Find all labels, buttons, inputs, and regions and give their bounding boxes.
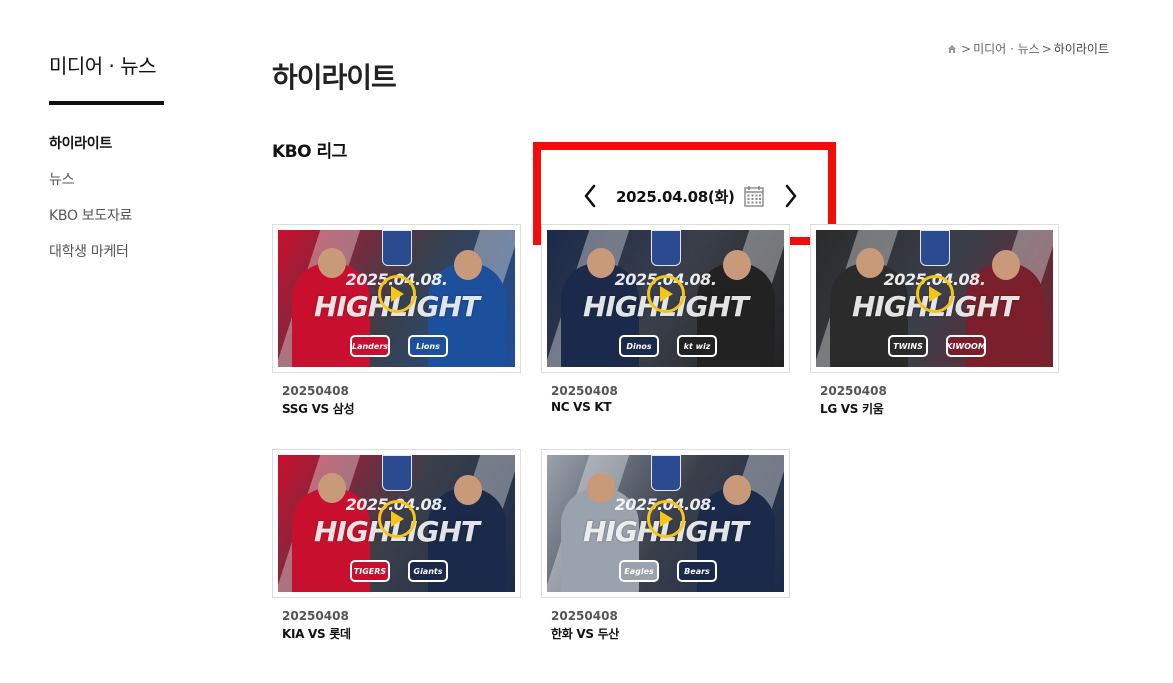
section-title: KBO 리그 [272,142,347,162]
video-card-hanwha-doosan[interactable]: 2025.04.08. HIGHLIGHT Eagles Bears 20250… [541,449,790,642]
video-card-kia-lotte[interactable]: 2025.04.08. HIGHLIGHT TIGERS Giants 2025… [272,449,521,642]
play-icon[interactable] [647,275,685,313]
sol-bank-badge-icon [651,230,681,266]
play-icon[interactable] [378,275,416,313]
play-icon[interactable] [378,500,416,538]
sidebar-divider [49,101,164,105]
sidebar-title: 미디어 · 뉴스 [49,54,157,78]
chevron-right-icon[interactable] [781,182,801,210]
sol-bank-badge-icon [920,230,950,266]
team-logo-home: Landers [350,335,390,357]
breadcrumb-current: 하이라이트 [1053,42,1109,56]
play-icon[interactable] [647,500,685,538]
video-card-nc-kt[interactable]: 2025.04.08. HIGHLIGHT Dinos kt wiz 20250… [541,224,790,414]
date-navigator: 2025.04.08(화) [580,182,805,210]
video-thumbnail[interactable]: 2025.04.08. HIGHLIGHT Landers Lions [278,230,515,367]
sidebar-nav: 하이라이트 뉴스 KBO 보도자료 대학생 마케터 [49,134,132,278]
video-title[interactable]: SSG VS 삼성 [282,400,521,417]
video-thumbnail[interactable]: 2025.04.08. HIGHLIGHT TIGERS Giants [278,455,515,592]
team-logo-away: kt wiz [677,335,717,357]
thumbnail-frame[interactable]: 2025.04.08. HIGHLIGHT Dinos kt wiz [541,224,790,373]
home-icon[interactable] [947,44,957,54]
calendar-icon[interactable] [743,185,764,207]
video-title[interactable]: KIA VS 롯데 [282,625,521,642]
team-logo-away: Lions [408,335,448,357]
video-date: 20250408 [820,384,887,398]
thumbnail-frame[interactable]: 2025.04.08. HIGHLIGHT Eagles Bears [541,449,790,598]
video-date: 20250408 [551,384,618,398]
sidebar-item-press-release[interactable]: KBO 보도자료 [49,206,132,242]
video-thumbnail[interactable]: 2025.04.08. HIGHLIGHT TWINS KIWOOM [816,230,1053,367]
video-thumbnail[interactable]: 2025.04.08. HIGHLIGHT Dinos kt wiz [547,230,784,367]
team-logo-away: Bears [677,560,717,582]
thumbnail-frame[interactable]: 2025.04.08. HIGHLIGHT TIGERS Giants [272,449,521,598]
video-thumbnail[interactable]: 2025.04.08. HIGHLIGHT Eagles Bears [547,455,784,592]
team-logo-home: TIGERS [350,560,390,582]
thumbnail-frame[interactable]: 2025.04.08. HIGHLIGHT TWINS KIWOOM [810,224,1059,373]
play-icon[interactable] [916,275,954,313]
video-title[interactable]: NC VS KT [551,400,790,414]
sidebar-item-news[interactable]: 뉴스 [49,170,132,206]
sol-bank-badge-icon [651,455,681,491]
breadcrumb-media-news[interactable]: 미디어 · 뉴스 [973,40,1040,57]
video-date: 20250408 [551,609,618,623]
video-title[interactable]: 한화 VS 두산 [551,625,790,642]
video-date: 20250408 [282,609,349,623]
thumbnail-frame[interactable]: 2025.04.08. HIGHLIGHT Landers Lions [272,224,521,373]
video-card-lg-kiwoom[interactable]: 2025.04.08. HIGHLIGHT TWINS KIWOOM 20250… [810,224,1059,417]
team-logo-away: Giants [408,560,448,582]
breadcrumb: > 미디어 · 뉴스 > 하이라이트 [947,40,1109,57]
team-logo-away: KIWOOM [946,335,986,357]
sidebar-item-student-marketer[interactable]: 대학생 마케터 [49,242,132,278]
video-date: 20250408 [282,384,349,398]
team-logo-home: Dinos [619,335,659,357]
team-logo-home: TWINS [888,335,928,357]
current-date: 2025.04.08(화) [616,187,735,206]
sol-bank-badge-icon [382,455,412,491]
breadcrumb-separator: > [1041,41,1052,56]
video-card-ssg-samsung[interactable]: 2025.04.08. HIGHLIGHT Landers Lions 2025… [272,224,521,417]
sidebar-item-highlight[interactable]: 하이라이트 [49,134,132,170]
sol-bank-badge-icon [382,230,412,266]
breadcrumb-separator: > [961,41,972,56]
video-title[interactable]: LG VS 키움 [820,400,1059,417]
page-title: 하이라이트 [272,61,397,94]
chevron-left-icon[interactable] [580,182,600,210]
team-logo-home: Eagles [619,560,659,582]
